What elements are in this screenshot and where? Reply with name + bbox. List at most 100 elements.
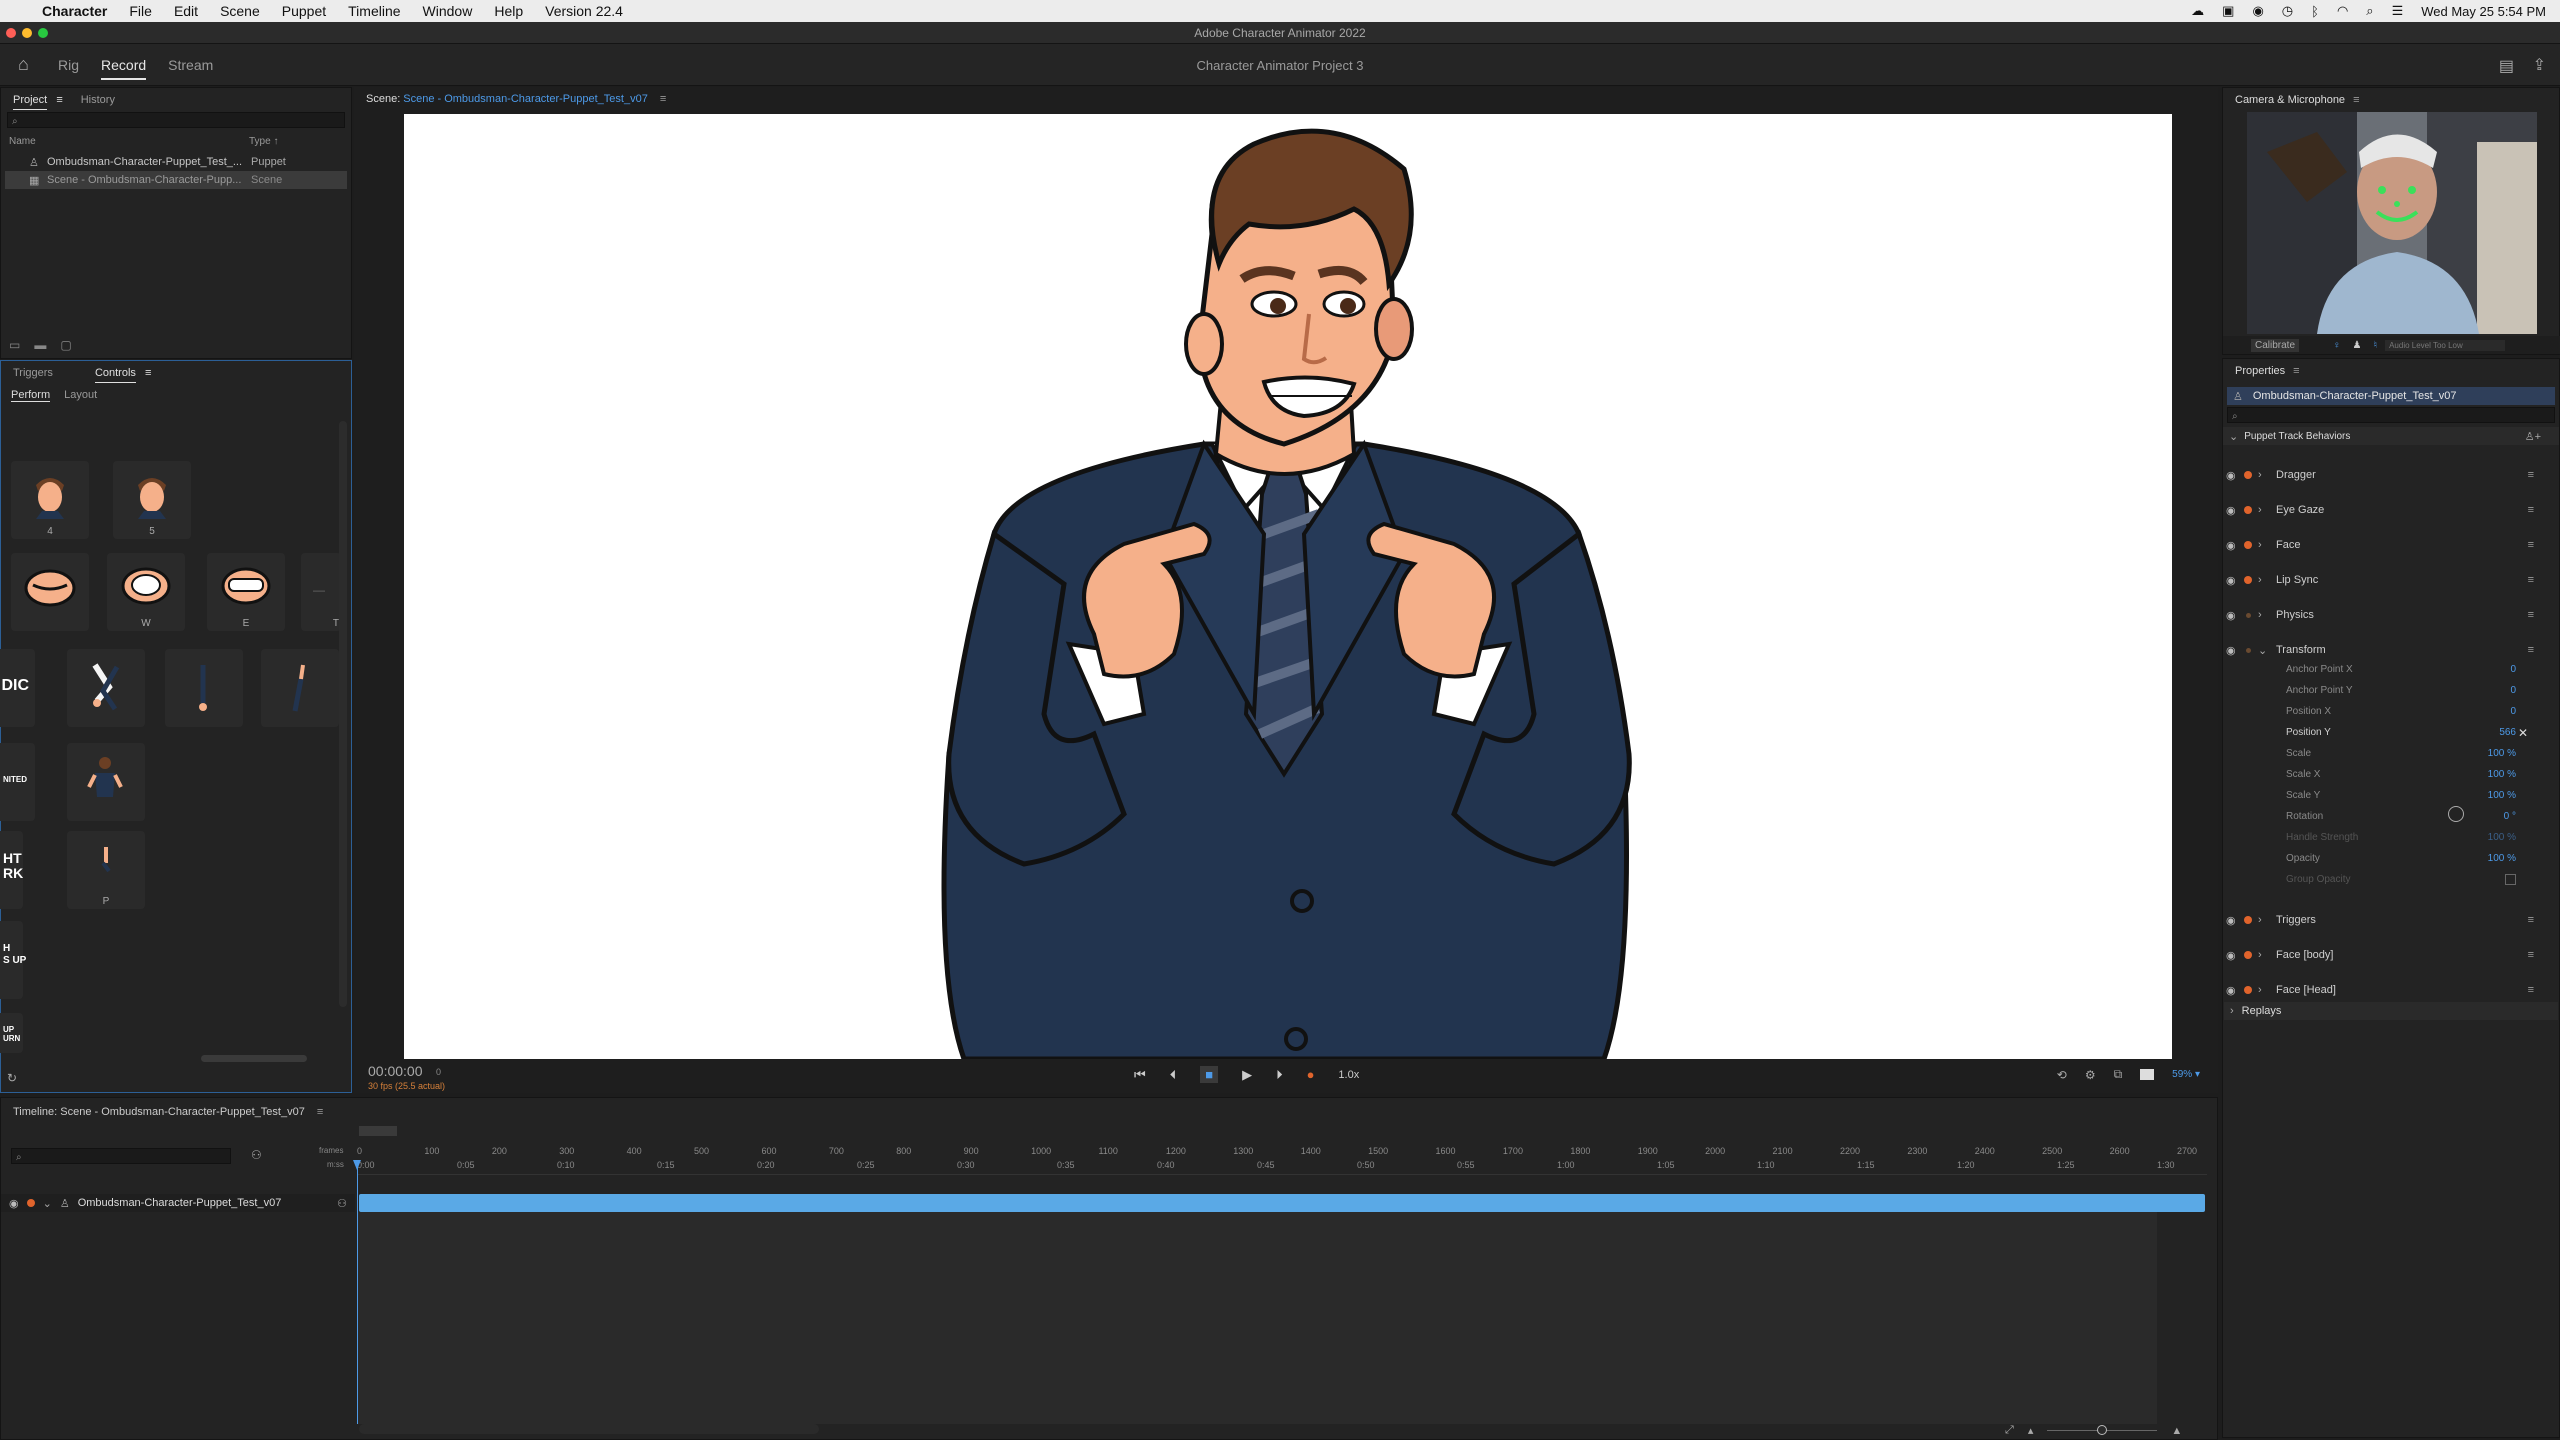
param-rotation[interactable]: Rotation 0 ° [2286, 811, 2516, 829]
chevron-right-icon[interactable]: › [2258, 914, 2270, 926]
feedback-icon[interactable]: ▤ [2499, 56, 2514, 76]
loop-icon[interactable]: ⟲ [2057, 1068, 2067, 1082]
controls-vertical-scrollbar[interactable] [339, 421, 347, 1007]
control-tile-face-4[interactable]: 4 [11, 461, 89, 539]
control-tile-pose-3[interactable] [261, 649, 339, 727]
arm-record-icon[interactable] [2244, 506, 2252, 514]
behavior-eye-gaze[interactable]: ◉ › Eye Gaze ≡ [2226, 501, 2546, 519]
new-item-icon[interactable]: ▢ [60, 338, 71, 352]
menu-scene[interactable]: Scene [220, 3, 260, 19]
visibility-eye-icon[interactable]: ◉ [2226, 914, 2240, 927]
param-scale[interactable]: Scale 100 % [2286, 748, 2516, 766]
step-forward-icon[interactable]: ⏵ [1276, 1067, 1283, 1083]
go-to-start-icon[interactable]: ⏮ [1134, 1067, 1146, 1083]
menu-edit[interactable]: Edit [174, 3, 198, 19]
behavior-menu-icon[interactable]: ≡ [2528, 949, 2534, 961]
control-center-icon[interactable]: ☰ [2392, 3, 2404, 19]
arm-record-icon[interactable] [2244, 951, 2252, 959]
scene-name-link[interactable]: Scene - Ombudsman-Character-Puppet_Test_… [403, 93, 648, 105]
scene-stage[interactable] [404, 114, 2172, 1062]
background-color-icon[interactable] [2140, 1069, 2155, 1080]
share-icon[interactable]: ⇪ [2533, 55, 2546, 75]
new-scene-icon[interactable]: ▭ [9, 338, 20, 352]
param-position-x[interactable]: Position X0 [2286, 706, 2516, 724]
arm-record-icon[interactable] [2246, 612, 2251, 618]
stop-icon[interactable]: ■ [1200, 1066, 1219, 1083]
arm-record-icon[interactable] [2244, 576, 2252, 584]
chevron-right-icon[interactable]: › [2258, 609, 2270, 621]
param-opacity[interactable]: Opacity 100 % [2286, 853, 2516, 871]
control-tile-text-1[interactable]: DIC [0, 649, 35, 727]
subtab-perform[interactable]: Perform [11, 389, 51, 402]
rotation-dial-icon[interactable] [2448, 806, 2464, 822]
subtab-layout[interactable]: Layout [64, 389, 97, 401]
visibility-eye-icon[interactable]: ◉ [2226, 609, 2240, 622]
group-opacity-checkbox[interactable] [2505, 874, 2516, 885]
tab-rig[interactable]: Rig [58, 57, 79, 80]
control-tile-pose-p[interactable]: P [67, 831, 145, 909]
screen-icon[interactable]: ▣ [2222, 3, 2234, 19]
settings-icon[interactable]: ⚙ [2085, 1068, 2096, 1082]
control-tile-mouth-t[interactable]: — T [301, 553, 341, 631]
step-back-icon[interactable]: ⏴ [1170, 1067, 1177, 1083]
param-anchor-point-y[interactable]: Anchor Point Y0 [2286, 685, 2516, 703]
visibility-eye-icon[interactable]: ◉ [2226, 984, 2240, 997]
visibility-eye-icon[interactable]: ◉ [2226, 644, 2240, 657]
creative-cloud-icon[interactable]: ☁ [2191, 3, 2204, 19]
behavior-menu-icon[interactable]: ≡ [2528, 914, 2534, 926]
puppet-track-behaviors-header[interactable]: ⌄ Puppet Track Behaviors ♙+ [2223, 427, 2559, 445]
clock[interactable]: Wed May 25 5:54 PM [2421, 4, 2546, 19]
timeline-zoom-slider[interactable] [2047, 1425, 2158, 1435]
column-type[interactable]: Type ↑ [249, 136, 278, 147]
scene-menu-icon[interactable]: ≡ [660, 93, 666, 105]
control-tile-text-2[interactable]: NITED [0, 743, 35, 821]
character-puppet[interactable] [404, 114, 2172, 1062]
control-tile-mouth-e[interactable]: E [207, 553, 285, 631]
work-area-handle[interactable] [359, 1126, 397, 1136]
chevron-right-icon[interactable]: › [2258, 949, 2270, 961]
chevron-down-icon[interactable]: ⌄ [2258, 644, 2270, 657]
bluetooth-icon[interactable]: ᛒ [2311, 4, 2319, 19]
behavior-dragger[interactable]: ◉ › Dragger ≡ [2226, 466, 2546, 484]
arm-record-icon[interactable] [2244, 986, 2252, 994]
project-row-puppet[interactable]: ♙ Ombudsman-Character-Puppet_Test_... Pu… [1, 153, 351, 171]
fit-timeline-icon[interactable]: ⤢ [2005, 1424, 2014, 1437]
chevron-right-icon[interactable]: › [2258, 574, 2270, 586]
project-row-scene[interactable]: ▦ Scene - Ombudsman-Character-Pupp... Sc… [5, 171, 347, 189]
arm-record-icon[interactable] [2244, 541, 2252, 549]
behavior-face[interactable]: ◉ › Face ≡ [2226, 536, 2546, 554]
zoom-slider-thumb[interactable] [2097, 1425, 2108, 1435]
properties-menu-icon[interactable]: ≡ [2293, 365, 2299, 377]
behavior-physics[interactable]: ◉ › Physics ≡ [2226, 606, 2546, 624]
body-tracking-icon[interactable]: ♟ [2353, 340, 2362, 351]
minimize-window-icon[interactable] [22, 28, 32, 38]
tab-stream[interactable]: Stream [168, 57, 213, 80]
playback-speed[interactable]: 1.0x [1338, 1069, 1359, 1081]
behavior-lip-sync[interactable]: ◉ › Lip Sync ≡ [2226, 571, 2546, 589]
visibility-eye-icon[interactable]: ◉ [2226, 469, 2240, 482]
zoom-window-icon[interactable] [38, 28, 48, 38]
control-tile-mouth-1[interactable] [11, 553, 89, 631]
behavior-face-head[interactable]: ◉ › Face [Head] ≡ [2226, 981, 2546, 999]
control-tile-text-4[interactable]: H S UP [0, 921, 26, 999]
time-machine-icon[interactable]: ◷ [2282, 3, 2293, 19]
project-search-input[interactable]: ⌕ [7, 112, 345, 128]
refresh-icon[interactable]: ↻ [7, 1071, 17, 1085]
wifi-icon[interactable]: ◠ [2337, 3, 2348, 19]
reset-param-icon[interactable]: ✕ [2518, 726, 2528, 740]
zoom-out-icon[interactable]: ▴ [2028, 1424, 2034, 1437]
folder-icon[interactable]: ▬ [34, 338, 46, 352]
param-scale-y[interactable]: Scale Y 100 % [2286, 790, 2516, 808]
control-tile-pose-4[interactable] [67, 743, 145, 821]
menu-app[interactable]: Character [42, 3, 107, 19]
behavior-transform[interactable]: ◉ ⌄ Transform ≡ [2226, 641, 2546, 659]
add-behavior-icon[interactable]: ♙+ [2525, 430, 2541, 443]
tab-history[interactable]: History [81, 94, 115, 106]
menu-puppet[interactable]: Puppet [282, 3, 326, 19]
behavior-menu-icon[interactable]: ≡ [2528, 574, 2534, 586]
param-anchor-point-x[interactable]: Anchor Point X0 [2286, 664, 2516, 682]
timecode[interactable]: 00:00:00 [368, 1063, 423, 1079]
behavior-menu-icon[interactable]: ≡ [2528, 539, 2534, 551]
behavior-triggers[interactable]: ◉ › Triggers ≡ [2226, 911, 2546, 929]
menu-timeline[interactable]: Timeline [348, 3, 400, 19]
